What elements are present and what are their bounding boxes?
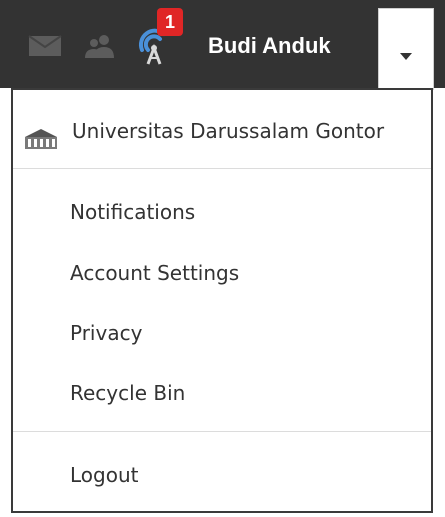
menu-divider [13,431,431,432]
menu-item-logout[interactable]: Logout [13,453,431,497]
organization-label: Universitas Darussalam Gontor [72,119,385,143]
menu-item-label: Account Settings [70,261,240,285]
building-icon [23,121,59,149]
menu-item-notifications[interactable]: Notifications [13,190,431,234]
friends-icon[interactable] [82,33,118,59]
menu-item-account-settings[interactable]: Account Settings [13,251,431,295]
menu-item-organization[interactable]: Universitas Darussalam Gontor [13,109,431,153]
user-name-link[interactable]: Budi Anduk [208,30,331,62]
account-dropdown-menu: Universitas Darussalam Gontor Notificati… [11,88,433,513]
account-menu-toggle-button[interactable] [378,8,434,90]
envelope-icon[interactable] [28,35,62,57]
caret-down-icon [400,53,412,60]
notification-count-badge: 1 [157,8,183,36]
menu-item-label: Recycle Bin [70,381,186,405]
menu-item-label: Notifications [70,200,196,224]
menu-item-recycle-bin[interactable]: Recycle Bin [13,371,431,415]
logout-label: Logout [70,463,139,487]
menu-divider [13,168,431,169]
menu-item-privacy[interactable]: Privacy [13,311,431,355]
menu-item-label: Privacy [70,321,143,345]
